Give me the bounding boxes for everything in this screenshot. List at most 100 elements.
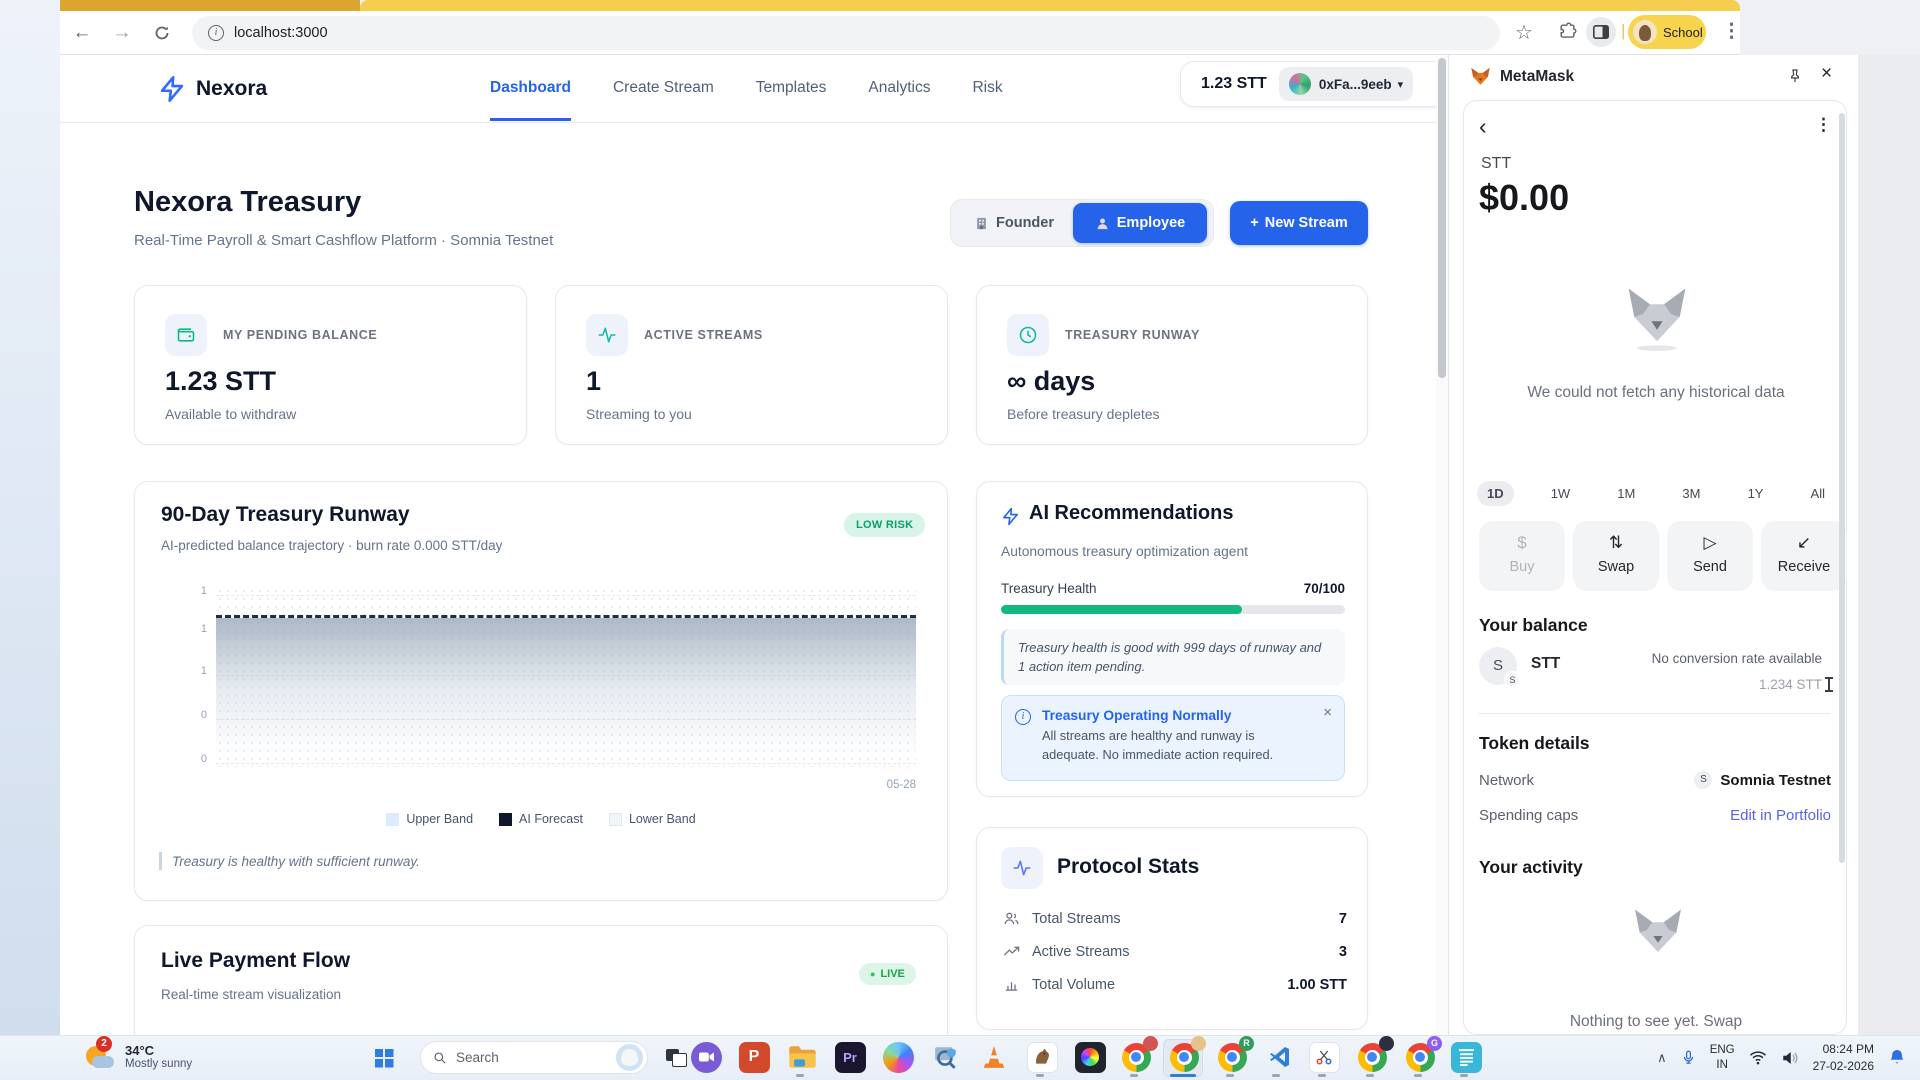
page-scrollbar[interactable] [1436, 55, 1448, 1035]
extensions-icon[interactable] [1558, 22, 1577, 41]
buy-button[interactable]: $ Buy [1479, 521, 1565, 591]
activity-icon [586, 314, 628, 356]
taskbar-clock[interactable]: 08:24 PM 27-02-2026 [1813, 1041, 1874, 1075]
protocol-label: Active Streams [1032, 944, 1130, 960]
wallet-widget[interactable]: 1.23 STT 0xFa...9eeb ▾ [1180, 61, 1456, 107]
employee-toggle-button[interactable]: Employee [1073, 203, 1207, 243]
receive-button[interactable]: ↙ Receive [1761, 521, 1847, 591]
metamask-fox-icon [1469, 66, 1492, 88]
close-panel-icon[interactable]: × [1821, 63, 1832, 85]
chevron-down-icon: ▾ [1398, 78, 1404, 91]
browser-profile-button[interactable]: School [1628, 15, 1706, 49]
reload-icon[interactable] [148, 19, 176, 47]
url-text[interactable]: localhost:3000 [234, 25, 328, 41]
taskbar-app-chrome-1[interactable] [1118, 1040, 1154, 1074]
footnote-text: Treasury is healthy with sufficient runw… [172, 854, 420, 869]
taskbar-app-snipping-tool[interactable] [1306, 1040, 1342, 1074]
side-panel-icon[interactable] [1586, 17, 1616, 47]
taskbar-app-file-explorer[interactable] [784, 1040, 820, 1074]
range-1m[interactable]: 1M [1607, 481, 1645, 506]
nav-templates[interactable]: Templates [756, 55, 827, 121]
taskbar-search[interactable]: Search [420, 1041, 648, 1074]
legend-swatch [609, 813, 622, 826]
scrollbar-thumb[interactable] [1438, 58, 1446, 378]
wifi-icon[interactable] [1749, 1050, 1767, 1065]
range-all[interactable]: All [1801, 481, 1835, 506]
running-indicator [1460, 1074, 1468, 1077]
nav-create-stream[interactable]: Create Stream [613, 55, 714, 121]
taskbar-app-chrome-2-active[interactable] [1166, 1040, 1202, 1074]
network-value: Somnia Testnet [1720, 772, 1831, 789]
taskbar-app-vscode[interactable] [1262, 1040, 1298, 1074]
nav-risk[interactable]: Risk [972, 55, 1002, 121]
url-bar[interactable]: i localhost:3000 [192, 16, 1500, 50]
taskbar-app-photos-horse[interactable] [1024, 1040, 1060, 1074]
taskbar-app-copilot[interactable] [880, 1040, 916, 1074]
active-tab-strip[interactable] [360, 0, 1740, 11]
start-button[interactable] [366, 1041, 402, 1075]
balance-token-name: STT [1531, 655, 1560, 673]
taskbar-app-file-search[interactable] [928, 1040, 964, 1074]
bar-chart-icon [1003, 976, 1020, 993]
nav-analytics[interactable]: Analytics [868, 55, 930, 121]
taskbar-app-chrome-4[interactable] [1354, 1040, 1390, 1074]
search-highlight-bear-image [616, 1044, 643, 1071]
ai-recommendations-card: AI Recommendations Autonomous treasury o… [976, 481, 1368, 797]
runway-chart: 1 1 1 0 0 05-28 [161, 581, 919, 777]
close-icon[interactable]: × [1323, 704, 1332, 721]
running-indicator [1036, 1074, 1044, 1077]
taskbar-app-davinci[interactable] [1072, 1040, 1108, 1074]
spending-caps-row: Spending caps Edit in Portfolio [1479, 807, 1831, 824]
chrome-profile-badge [1379, 1036, 1394, 1051]
swap-button[interactable]: ⇅ Swap [1573, 521, 1659, 591]
send-button[interactable]: ▷ Send [1667, 521, 1753, 591]
new-stream-button[interactable]: + New Stream [1230, 201, 1368, 245]
microphone-icon[interactable] [1681, 1048, 1696, 1067]
edit-in-portfolio-link[interactable]: Edit in Portfolio [1730, 807, 1831, 824]
tray-expand-icon[interactable]: ∧ [1657, 1050, 1667, 1066]
taskbar-app-chrome-3[interactable]: R [1214, 1040, 1250, 1074]
range-1w[interactable]: 1W [1541, 481, 1581, 506]
buy-label: Buy [1479, 559, 1565, 575]
browser-menu-icon[interactable]: ⋮ [1722, 20, 1741, 43]
site-info-icon[interactable]: i [208, 25, 224, 41]
plot-area: 05-28 [216, 587, 916, 767]
nav-dashboard[interactable]: Dashboard [490, 55, 571, 121]
empty-activity-text: Nothing to see yet. Swap [1501, 1013, 1811, 1031]
speaker-icon[interactable] [1781, 1050, 1799, 1066]
runway-chart-card: 90-Day Treasury Runway AI-predicted bala… [134, 481, 948, 901]
stat-card-treasury-runway: TREASURY RUNWAY ∞ days Before treasury d… [976, 285, 1368, 445]
taskbar-app-vlc[interactable] [976, 1040, 1012, 1074]
weather-widget[interactable]: 2 34°C Mostly sunny [84, 1040, 192, 1072]
legend-swatch [386, 813, 399, 826]
back-icon[interactable]: ‹ [1479, 113, 1487, 140]
lang-primary: ENG [1710, 1043, 1735, 1058]
back-icon[interactable]: ← [68, 19, 96, 47]
receive-label: Receive [1761, 559, 1847, 575]
wallet-address-button[interactable]: 0xFa...9eeb ▾ [1279, 67, 1413, 101]
chart-legend: Upper Band AI Forecast Lower Band [135, 812, 947, 826]
pin-icon[interactable] [1787, 68, 1803, 84]
spending-caps-label: Spending caps [1479, 807, 1578, 824]
panel-scrollbar[interactable] [1839, 113, 1845, 863]
taskbar-app-chrome-5[interactable]: G [1402, 1040, 1438, 1074]
taskbar-app-premiere[interactable]: Pr [832, 1040, 868, 1074]
health-label: Treasury Health [1001, 581, 1097, 596]
taskbar-app-powerpoint[interactable]: P [736, 1040, 772, 1074]
range-3m[interactable]: 3M [1672, 481, 1710, 506]
forward-icon[interactable]: → [108, 19, 136, 47]
live-badge: ● LIVE [859, 963, 916, 985]
person-icon [1095, 216, 1110, 231]
chrome-profile-badge-r: R [1239, 1036, 1254, 1051]
taskbar-app-notepad[interactable] [1448, 1040, 1484, 1074]
tray-time: 08:24 PM [1813, 1041, 1874, 1058]
range-1d[interactable]: 1D [1477, 481, 1514, 506]
token-menu-icon[interactable]: ⋮ [1815, 115, 1832, 135]
bookmark-star-icon[interactable]: ☆ [1515, 20, 1533, 45]
protocol-row: Total Volume 1.00 STT [1003, 976, 1347, 993]
taskbar-app-video[interactable] [688, 1040, 724, 1074]
founder-toggle-button[interactable]: Founder [955, 203, 1073, 243]
language-switcher[interactable]: ENG IN [1710, 1043, 1735, 1073]
range-1y[interactable]: 1Y [1738, 481, 1774, 506]
notification-bell-icon[interactable] [1888, 1048, 1906, 1067]
